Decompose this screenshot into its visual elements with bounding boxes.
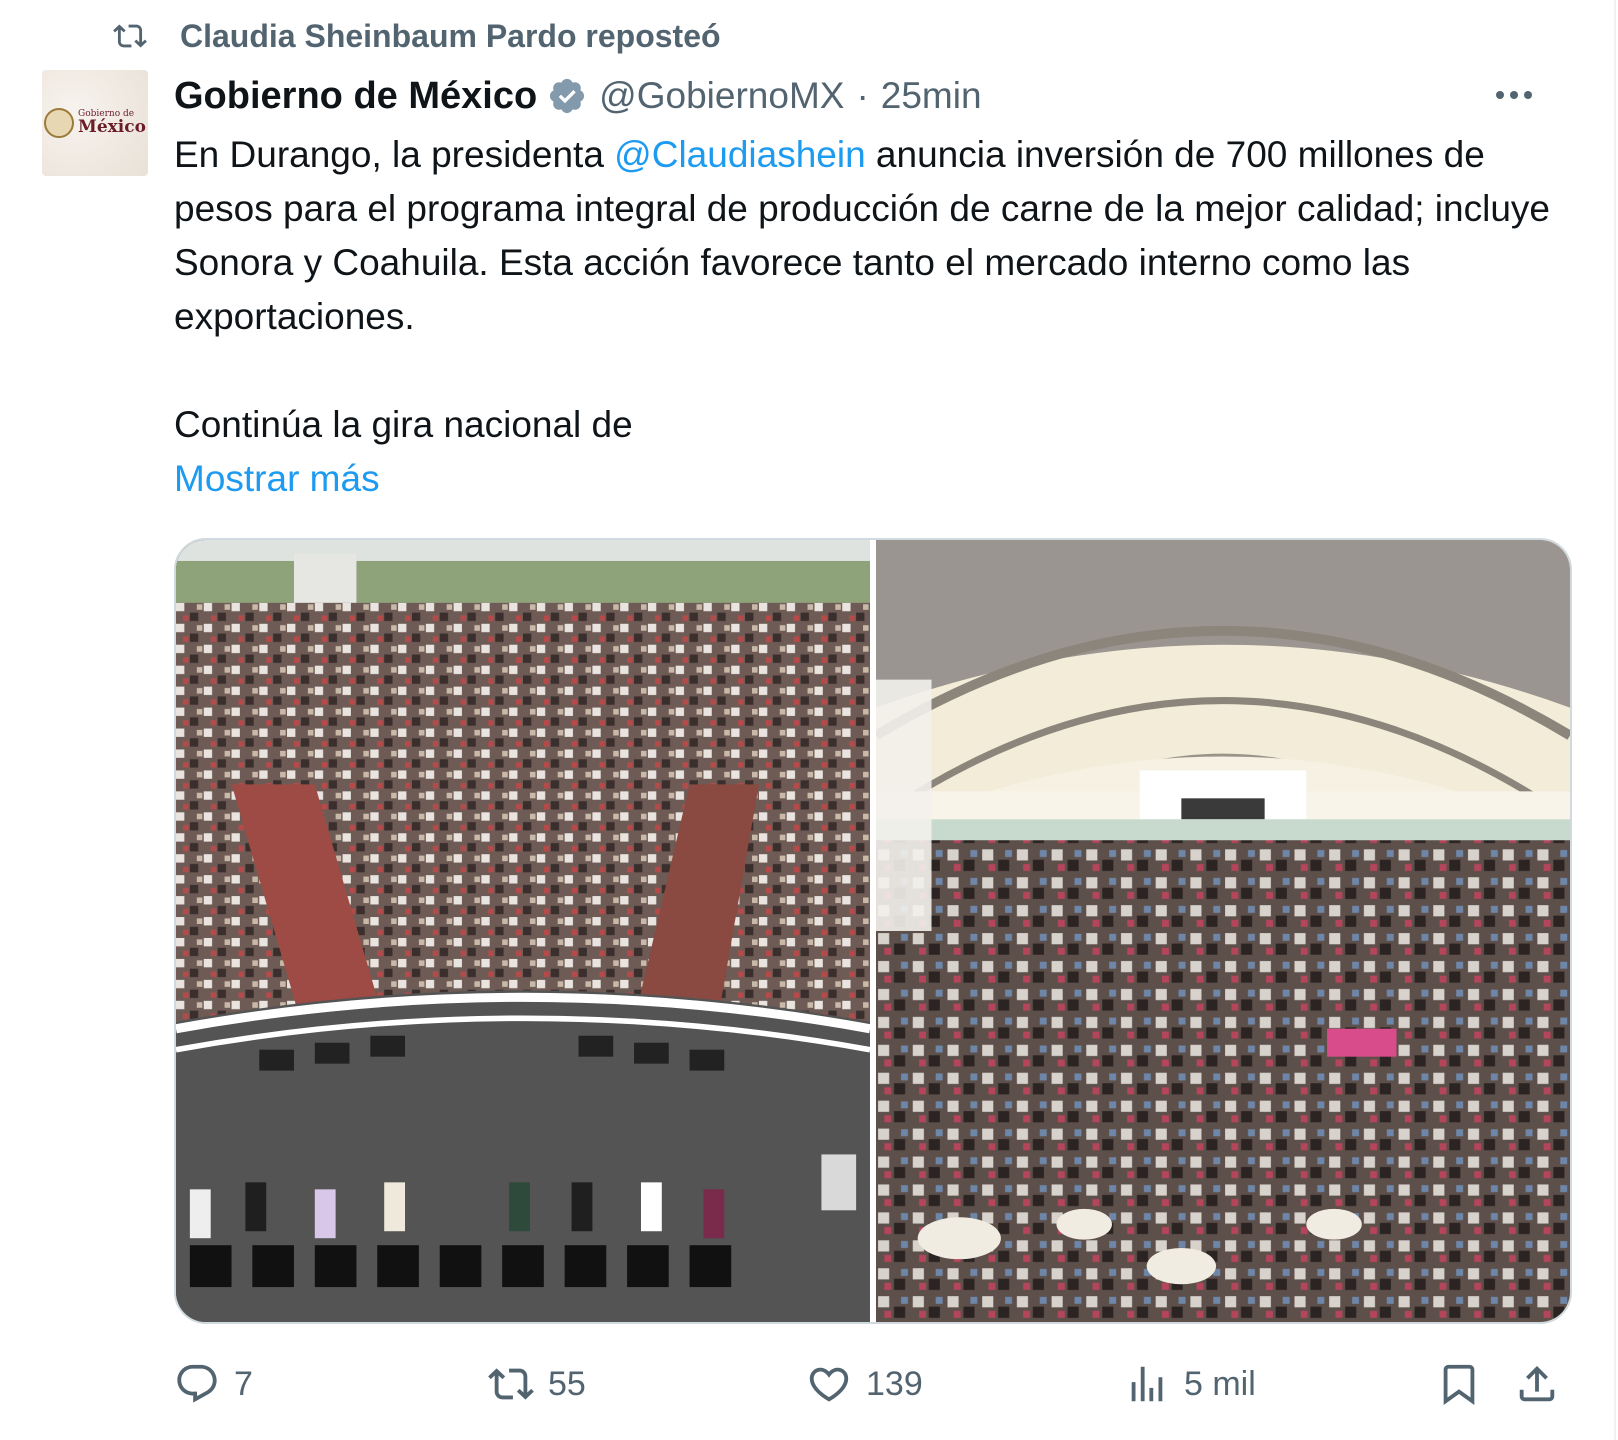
mention-link[interactable]: @Claudiashein [614, 134, 865, 175]
bookmark-button[interactable] [1436, 1354, 1482, 1414]
repost-banner[interactable]: Claudia Sheinbaum Pardo reposteó [108, 14, 721, 58]
repost-count: 55 [548, 1364, 586, 1403]
repost-icon [488, 1368, 534, 1400]
like-count: 139 [866, 1364, 923, 1403]
author-name[interactable]: Gobierno de México [174, 75, 537, 118]
verified-badge-icon[interactable] [547, 76, 587, 116]
like-icon [809, 1367, 849, 1402]
tweet-header: Gobierno de México @GobiernoMX · 25min [174, 70, 982, 122]
tweet-second-paragraph: Continúa la gira nacional de [174, 404, 633, 445]
reply-icon [177, 1364, 217, 1403]
photo-arena-crowd[interactable] [876, 540, 1570, 1322]
photo-arena-stage[interactable] [176, 540, 870, 1322]
views-count: 5 mil [1184, 1364, 1256, 1403]
tweet-body: En Durango, la presidenta @Claudiashein … [174, 128, 1574, 452]
bookmark-icon [1443, 1364, 1475, 1405]
timestamp[interactable]: 25min [881, 75, 982, 117]
seal-logo [44, 108, 75, 138]
avatar[interactable]: Gobierno de México [42, 70, 148, 176]
reply-count: 7 [234, 1364, 253, 1403]
share-icon [1519, 1365, 1555, 1402]
show-more-link[interactable]: Mostrar más [174, 452, 380, 506]
reply-button[interactable]: 7 [174, 1354, 253, 1414]
author-handle[interactable]: @GobiernoMX [599, 75, 844, 117]
separator-dot: · [856, 75, 869, 116]
like-button[interactable]: 139 [806, 1354, 923, 1414]
views-button[interactable]: 5 mil [1124, 1354, 1256, 1414]
avatar-label-big: México [78, 117, 146, 137]
repost-banner-text: Claudia Sheinbaum Pardo reposteó [180, 17, 721, 54]
media-grid [174, 538, 1572, 1324]
tweet-text-part: En Durango, la presidenta [174, 134, 615, 175]
share-button[interactable] [1514, 1354, 1560, 1414]
more-icon[interactable] [1492, 80, 1536, 110]
tweet-actions: 7 55 139 5 mil [174, 1354, 1574, 1414]
repost-button[interactable]: 55 [488, 1354, 586, 1414]
repost-icon [113, 24, 147, 48]
timeline-divider [1614, 0, 1616, 1440]
views-icon [1131, 1366, 1163, 1402]
